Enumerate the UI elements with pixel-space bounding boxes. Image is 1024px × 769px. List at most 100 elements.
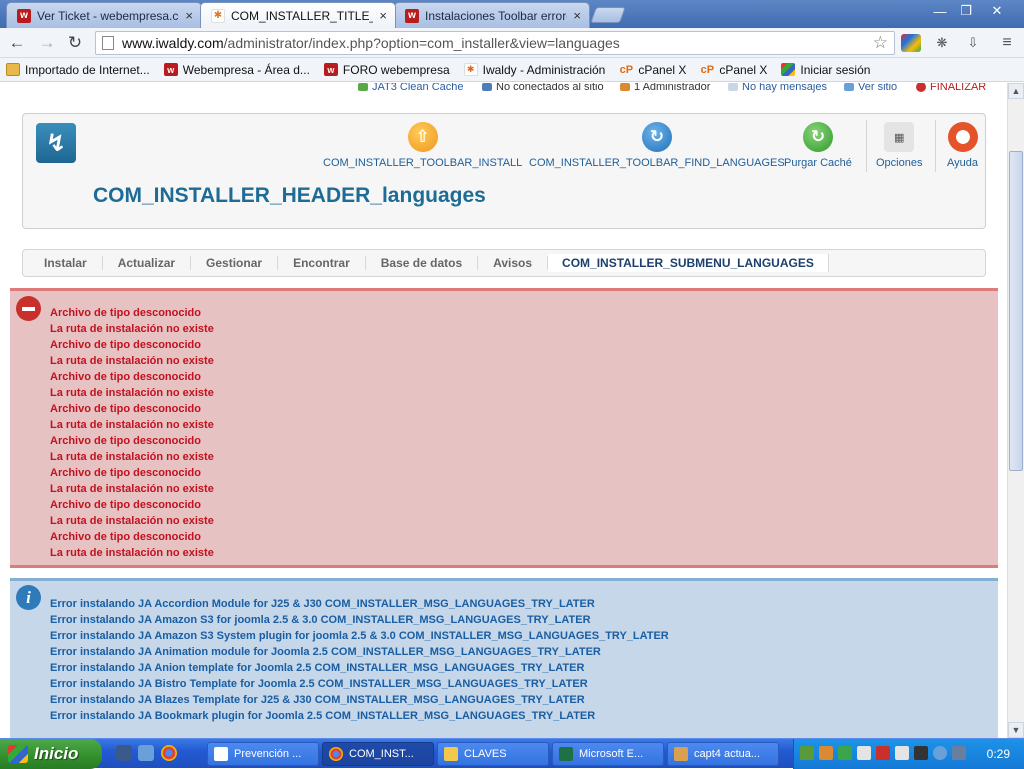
lifebuoy-help-icon	[947, 122, 978, 152]
tray-icon[interactable]	[819, 746, 833, 760]
options-button[interactable]: ▦ Opciones	[876, 122, 922, 169]
info-item: Error instalando JA Bistro Template for …	[50, 678, 588, 690]
task-label: COM_INST...	[349, 748, 414, 760]
submenu-avisos[interactable]: Avisos	[478, 256, 549, 270]
install-button[interactable]: ⇧ COM_INSTALLER_TOOLBAR_INSTALL	[323, 122, 522, 169]
system-tray: 0:29	[793, 739, 1024, 769]
joomla-icon: ✱	[463, 63, 478, 76]
toolbar-divider	[935, 120, 936, 172]
tray-icon[interactable]	[857, 746, 871, 760]
scroll-down-arrow-icon[interactable]: ▼	[1008, 722, 1024, 738]
tray-icon[interactable]	[914, 746, 928, 760]
status-logout[interactable]: FINALIZAR	[916, 83, 986, 93]
webempresa-icon: w	[405, 8, 419, 23]
task-com-installer[interactable]: COM_INST...	[322, 742, 434, 766]
error-item: La ruta de instalación no existe	[50, 387, 214, 399]
bug-icon[interactable]: ❋	[932, 34, 952, 52]
submenu-actualizar[interactable]: Actualizar	[103, 256, 192, 270]
tab-close-icon[interactable]: ×	[185, 8, 193, 23]
error-item: La ruta de instalación no existe	[50, 419, 214, 431]
start-button[interactable]: Inicio	[0, 739, 102, 769]
forward-arrow-icon[interactable]: →	[35, 32, 59, 54]
address-bar[interactable]: www.iwaldy.com/administrator/index.php?o…	[95, 31, 895, 55]
bookmark-importado[interactable]: Importado de Internet...	[6, 63, 150, 77]
page-icon	[102, 36, 114, 50]
folder-icon	[444, 747, 458, 761]
bookmark-iniciar-sesion[interactable]: Iniciar sesión	[781, 63, 870, 77]
tray-icon[interactable]	[876, 746, 890, 760]
users-icon	[482, 83, 492, 91]
find-languages-label: COM_INSTALLER_TOOLBAR_FIND_LANGUAGES	[529, 157, 785, 169]
tray-icon[interactable]	[838, 746, 852, 760]
task-claves[interactable]: CLAVES	[437, 742, 549, 766]
submenu-gestionar[interactable]: Gestionar	[191, 256, 279, 270]
submenu-instalar[interactable]: Instalar	[29, 256, 103, 270]
bookmark-iwaldy-admin[interactable]: ✱ Iwaldy - Administración	[463, 63, 605, 77]
url-text[interactable]: www.iwaldy.com/administrator/index.php?o…	[122, 35, 620, 51]
info-message-box: i Error instalando JA Accordion Module f…	[10, 578, 998, 738]
help-button[interactable]: Ayuda	[947, 122, 978, 169]
toolbar-divider	[866, 120, 867, 172]
status-visitors-label: No conectados al sitio	[496, 83, 604, 93]
error-item: Archivo de tipo desconocido	[50, 307, 201, 319]
error-item: Archivo de tipo desconocido	[50, 499, 201, 511]
error-item: La ruta de instalación no existe	[50, 483, 214, 495]
error-item: Archivo de tipo desconocido	[50, 467, 201, 479]
status-messages[interactable]: No hay mensajes	[728, 83, 827, 93]
back-arrow-icon[interactable]: ←	[5, 32, 29, 54]
error-item: Archivo de tipo desconocido	[50, 371, 201, 383]
tab-instalaciones-toolbar[interactable]: w Instalaciones Toolbar errore ×	[394, 2, 590, 28]
task-capt4[interactable]: capt4 actua...	[667, 742, 779, 766]
url-host: www.iwaldy.com	[122, 35, 224, 51]
tab-close-icon[interactable]: ×	[573, 8, 581, 23]
task-label: capt4 actua...	[694, 748, 761, 760]
status-cache[interactable]: JAT3 Clean Cache	[358, 83, 464, 93]
page-scrollbar[interactable]: ▲ ▼	[1007, 83, 1024, 738]
info-item: Error instalando JA Animation module for…	[50, 646, 601, 658]
task-prevencion[interactable]: Prevención ...	[207, 742, 319, 766]
error-item: La ruta de instalación no existe	[50, 451, 214, 463]
task-microsoft-excel[interactable]: Microsoft E...	[552, 742, 664, 766]
reload-icon[interactable]: ↻	[63, 32, 87, 54]
download-arrows-icon[interactable]: ⇩	[963, 34, 983, 52]
new-tab-button[interactable]	[590, 7, 626, 23]
tray-icon[interactable]	[895, 746, 909, 760]
scroll-thumb[interactable]	[1009, 151, 1023, 471]
quicklaunch-chrome-icon[interactable]	[161, 745, 177, 761]
tab-ver-ticket[interactable]: w Ver Ticket - webempresa.con ×	[6, 2, 202, 28]
scroll-up-arrow-icon[interactable]: ▲	[1008, 83, 1024, 99]
bookmark-cpanel-2[interactable]: cP cPanel X	[700, 63, 768, 77]
status-view-site-label: Ver sitio	[858, 83, 898, 93]
bookmark-cpanel-1[interactable]: cP cPanel X	[619, 63, 687, 77]
restore-icon[interactable]: ❐	[953, 2, 979, 20]
info-item: Error instalando JA Blazes Template for …	[50, 694, 585, 706]
bookmark-foro-webempresa[interactable]: w FORO webempresa	[323, 63, 450, 77]
bookmark-webempresa-area[interactable]: w Webempresa - Área d...	[163, 63, 310, 77]
cpanel-icon: cP	[619, 63, 634, 76]
info-item: Error instalando JA Bookmark plugin for …	[50, 710, 596, 722]
quicklaunch-x-icon[interactable]	[116, 745, 132, 761]
tray-icon[interactable]	[933, 746, 947, 760]
install-arrow-icon: ⇧	[407, 122, 438, 152]
status-logout-label: FINALIZAR	[930, 83, 987, 93]
status-admins-label: 1 Administrador	[634, 83, 711, 93]
error-item: La ruta de instalación no existe	[50, 547, 214, 559]
tab-com-installer[interactable]: ✱ COM_INSTALLER_TITLE_lang ×	[200, 2, 396, 28]
menu-icon[interactable]: ≡	[997, 34, 1017, 52]
submenu-encontrar[interactable]: Encontrar	[278, 256, 366, 270]
minimize-icon[interactable]: —	[927, 2, 953, 20]
submenu-base-de-datos[interactable]: Base de datos	[366, 256, 479, 270]
submenu-languages[interactable]: COM_INSTALLER_SUBMENU_LANGUAGES	[548, 254, 829, 272]
tab-close-icon[interactable]: ×	[379, 8, 387, 23]
volume-icon[interactable]	[952, 746, 966, 760]
extension-colorful-icon[interactable]	[901, 34, 921, 52]
task-label: CLAVES	[464, 748, 507, 760]
tray-icon[interactable]	[800, 746, 814, 760]
quicklaunch-ie-icon[interactable]	[138, 745, 154, 761]
purge-cache-button[interactable]: ↻ Purgar Caché	[784, 122, 852, 169]
bookmark-star-icon[interactable]: ☆	[873, 33, 888, 53]
window-close-icon[interactable]: ✕	[984, 2, 1010, 20]
status-view-site[interactable]: Ver sitio	[844, 83, 897, 93]
find-languages-button[interactable]: ↻ COM_INSTALLER_TOOLBAR_FIND_LANGUAGES	[529, 122, 785, 169]
window-icon	[214, 747, 228, 761]
